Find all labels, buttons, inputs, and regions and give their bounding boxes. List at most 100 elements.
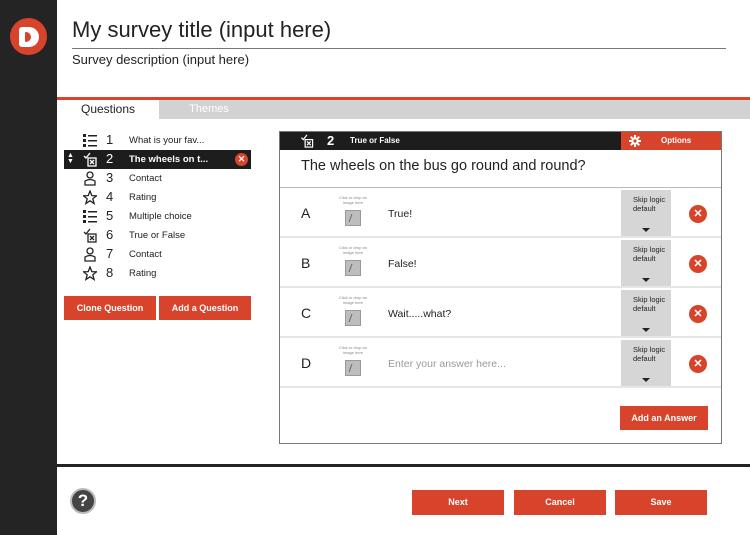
question-divider [280, 187, 721, 188]
delete-answer-icon[interactable]: ✕ [689, 355, 707, 373]
question-label: Rating [129, 192, 157, 203]
answer-row: B Click or drop an image here False! Ski… [280, 239, 721, 288]
cancel-button[interactable]: Cancel [514, 490, 606, 515]
skip-logic-select[interactable]: Skip logic default [621, 340, 671, 386]
answer-image-dropzone[interactable]: Click or drop an image here [335, 195, 371, 233]
image-dropzone-hint: Click or drop an image here [338, 245, 367, 255]
sort-handle-icon[interactable]: ▲ ▼ [67, 152, 74, 165]
editor-question-number: 2 [327, 133, 335, 148]
question-label: What is your fav... [129, 135, 205, 146]
question-number: 7 [106, 246, 114, 261]
question-number: 1 [106, 132, 114, 147]
delete-answer-icon[interactable]: ✕ [689, 255, 707, 273]
question-list-item[interactable]: 4 Rating [64, 188, 251, 207]
survey-title-input[interactable]: My survey title (input here) [72, 14, 726, 49]
list-icon [83, 210, 97, 223]
skip-logic-select[interactable]: Skip logic default [621, 290, 671, 336]
answer-letter: D [301, 355, 312, 371]
answer-image-dropzone[interactable]: Click or drop an image here [335, 345, 371, 383]
question-list-item[interactable]: 5 Multiple choice [64, 207, 251, 226]
answer-image-dropzone[interactable]: Click or drop an image here [335, 295, 371, 333]
chevron-down-icon [642, 278, 650, 282]
star-icon [83, 190, 97, 205]
image-dropzone-hint: Click or drop an image here [338, 295, 367, 305]
question-list: 1 What is your fav... ▲ ▼ 2 The wheels on… [64, 131, 251, 283]
next-button[interactable]: Next [412, 490, 504, 515]
true-false-icon [83, 152, 97, 167]
true-false-icon [300, 134, 314, 148]
tab-bar: Questions Themes [57, 100, 750, 119]
question-number: 8 [106, 265, 114, 280]
question-number: 3 [106, 170, 114, 185]
answer-row: C Click or drop an image here Wait.....w… [280, 289, 721, 338]
answer-text-input[interactable]: Wait.....what? [388, 308, 451, 320]
question-label: Multiple choice [129, 211, 192, 222]
question-number: 5 [106, 208, 114, 223]
question-label: True or False [129, 230, 186, 241]
chevron-down-icon [642, 378, 650, 382]
answer-row: D Click or drop an image here Enter your… [280, 339, 721, 388]
question-number: 4 [106, 189, 114, 204]
list-icon [83, 134, 97, 147]
skip-logic-select[interactable]: Skip logic default [621, 240, 671, 286]
question-label: Contact [129, 249, 162, 260]
survey-description-input[interactable]: Survey description (input here) [72, 52, 249, 67]
tab-themes[interactable]: Themes [159, 100, 259, 119]
add-question-button[interactable]: Add a Question [159, 296, 251, 320]
chevron-down-icon [642, 328, 650, 332]
question-editor-panel: 2 True or False Options The wheels on th… [279, 131, 722, 444]
editor-question-type: True or False [350, 136, 400, 145]
help-icon[interactable]: ? [70, 488, 96, 514]
question-list-item[interactable]: 8 Rating [64, 264, 251, 283]
question-label: Rating [129, 268, 157, 279]
answer-row: A Click or drop an image here True! Skip… [280, 189, 721, 238]
true-false-icon [83, 228, 97, 243]
clone-question-button[interactable]: Clone Question [64, 296, 156, 320]
answer-letter: C [301, 305, 312, 321]
footer-divider [57, 464, 750, 467]
answer-text-input[interactable]: False! [388, 258, 417, 270]
delete-answer-icon[interactable]: ✕ [689, 305, 707, 323]
tab-questions[interactable]: Questions [57, 100, 159, 119]
question-label: The wheels on t... [129, 154, 209, 165]
contact-icon [84, 171, 96, 186]
question-list-item-active[interactable]: ▲ ▼ 2 The wheels on t... ✕ [64, 150, 251, 169]
contact-icon [84, 247, 96, 262]
question-number: 2 [106, 151, 114, 166]
question-number: 6 [106, 227, 114, 242]
left-rail [0, 0, 57, 535]
image-dropzone-hint: Click or drop an image here [338, 195, 367, 205]
editor-header: 2 True or False Options [280, 132, 721, 150]
answer-letter: B [301, 255, 311, 271]
image-placeholder-icon [345, 360, 361, 376]
answer-text-input[interactable]: True! [388, 208, 412, 220]
skip-logic-value: Skip logic default [633, 295, 666, 313]
save-button[interactable]: Save [615, 490, 707, 515]
image-placeholder-icon [345, 210, 361, 226]
chevron-down-icon [642, 228, 650, 232]
delete-question-icon[interactable]: ✕ [235, 153, 248, 166]
question-text-input[interactable]: The wheels on the bus go round and round… [301, 158, 586, 174]
question-list-item[interactable]: 3 Contact [64, 169, 251, 188]
answer-letter: A [301, 205, 311, 221]
star-icon [83, 266, 97, 281]
options-button[interactable]: Options [621, 132, 721, 150]
gear-icon [629, 135, 641, 147]
question-list-item[interactable]: 6 True or False [64, 226, 251, 245]
image-dropzone-hint: Click or drop an image here [338, 345, 367, 355]
delete-answer-icon[interactable]: ✕ [689, 205, 707, 223]
skip-logic-value: Skip logic default [633, 345, 666, 363]
logo-mark [18, 26, 39, 47]
question-list-item[interactable]: 1 What is your fav... [64, 131, 251, 150]
answer-image-dropzone[interactable]: Click or drop an image here [335, 245, 371, 283]
add-answer-button[interactable]: Add an Answer [620, 406, 708, 430]
answer-text-input[interactable]: Enter your answer here... [388, 358, 506, 370]
question-list-item[interactable]: 7 Contact [64, 245, 251, 264]
skip-logic-value: Skip logic default [633, 245, 666, 263]
options-label: Options [661, 136, 692, 145]
skip-logic-select[interactable]: Skip logic default [621, 190, 671, 236]
question-label: Contact [129, 173, 162, 184]
skip-logic-value: Skip logic default [633, 195, 666, 213]
image-placeholder-icon [345, 310, 361, 326]
app-logo[interactable] [10, 18, 47, 55]
